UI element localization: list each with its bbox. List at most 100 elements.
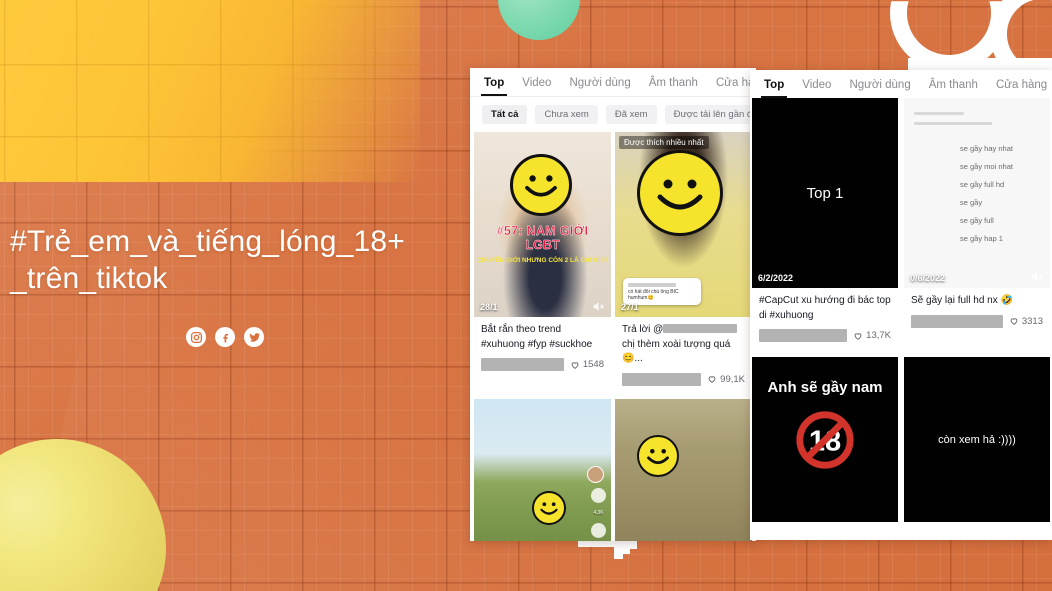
filter-chips-left: Tất cả Chưa xem Đã xem Được tải lên gần …	[470, 97, 756, 132]
video-meta-row: 3313	[911, 314, 1043, 328]
heart-icon	[854, 332, 862, 340]
video-meta-row: 1548	[481, 358, 604, 371]
like-count: 13,7K	[866, 330, 891, 341]
video-grid-left: #57: NAM GIỚI LGBT CHUYỂN GIỚI NHƯNG CÒN…	[470, 132, 756, 541]
tab-top[interactable]: Top	[760, 79, 788, 98]
tab-top[interactable]: Top	[480, 77, 508, 96]
overlay-line-1: #57: NAM GIỚI	[496, 224, 589, 238]
tab-users[interactable]: Người dùng	[849, 79, 910, 98]
video-card[interactable]: se gầy hay nhat se gầy moi nhat se gầy f…	[904, 98, 1050, 351]
no-18-plus-icon: 18	[796, 410, 854, 469]
video-card[interactable]: Top 1 6/2/2022 #CapCut xu hướng đi bác t…	[752, 98, 898, 351]
video-thumbnail[interactable]: #57: NAM GIỚI LGBT CHUYỂN GIỚI NHƯNG CÒN…	[474, 132, 611, 317]
suggestion-item[interactable]: se gầy full hd	[960, 180, 1050, 189]
mute-icon[interactable]	[1030, 270, 1044, 284]
redacted-author	[622, 372, 702, 386]
yellow-corner-gradient	[0, 0, 420, 182]
video-thumbnail[interactable]	[615, 398, 752, 541]
tiktok-search-panel-right: Top Video Người dùng Âm thanh Cửa hàng T…	[750, 70, 1052, 540]
overlay-line-2: LGBT	[525, 238, 560, 252]
suggestion-item[interactable]: se gầy moi nhat	[960, 162, 1050, 171]
video-date: 28/1	[480, 302, 498, 312]
redacted-author	[481, 358, 564, 371]
page-title-line-2: _trên_tiktok	[10, 261, 168, 295]
mint-circle-decoration	[498, 0, 580, 40]
tab-video[interactable]: Video	[802, 79, 831, 98]
like-count-group: 3313	[1009, 316, 1043, 327]
chip-recent[interactable]: Được tải lên gần đây	[664, 105, 756, 124]
tab-bar-left: Top Video Người dùng Âm thanh Cửa hàng	[470, 68, 756, 96]
video-caption-block: #CapCut xu hướng đi bác top di #xuhuong …	[752, 288, 898, 351]
video-thumbnail[interactable]: se gầy hay nhat se gầy moi nhat se gầy f…	[904, 98, 1050, 288]
chip-all[interactable]: Tất cả	[482, 105, 528, 124]
thumbnail-image	[615, 398, 752, 541]
video-caption-block: Trả lời @ chị thèm xoài tượng quá 😊... 9…	[615, 317, 752, 395]
video-card[interactable]	[615, 398, 752, 541]
video-date: 0/6/2022	[910, 273, 946, 283]
video-thumbnail[interactable]: còn xem hả :))))	[904, 357, 1050, 522]
video-caption: Bắt rắn theo trend #xuhuong #fyp #suckho…	[481, 324, 593, 350]
twitter-icon[interactable]	[244, 327, 264, 348]
video-caption-block: Sẽ gầy lại full hd nx 🤣 3313	[904, 288, 1050, 337]
suggestion-item[interactable]: se gầy full	[960, 216, 1050, 225]
like-count: 4.3K	[593, 509, 604, 516]
video-thumbnail[interactable]: 4.3K 61	[474, 398, 611, 542]
like-count: 99,1K	[720, 373, 745, 385]
video-thumbnail[interactable]: Được thích nhiều nhất có hát đôi chú ông…	[615, 132, 752, 317]
heart-icon	[708, 376, 716, 383]
like-count: 1548	[582, 359, 604, 370]
instagram-icon[interactable]	[186, 327, 206, 348]
video-meta-row: 99,1K	[622, 372, 745, 386]
video-card[interactable]: còn xem hả :))))	[904, 357, 1050, 522]
heart-icon[interactable]	[591, 487, 606, 503]
chip-watched[interactable]: Đã xem	[605, 105, 657, 124]
video-thumbnail[interactable]: Anh sẽ gầy nam 18	[752, 357, 898, 522]
social-links	[186, 327, 480, 348]
tab-sounds[interactable]: Âm thanh	[649, 77, 698, 96]
caption-prefix: Trả lời @	[622, 324, 664, 335]
slide-canvas: #Trẻ_em_và_tiếng_lóng_18+ _trên_tiktok T…	[0, 0, 1052, 591]
engagement-rail: 4.3K 61	[591, 487, 606, 542]
suggestion-item[interactable]: se gầy hay nhat	[960, 144, 1050, 153]
video-date: 27/1	[621, 302, 639, 312]
search-suggestion-list: se gầy hay nhat se gầy moi nhat se gầy f…	[904, 144, 1050, 252]
video-text-overlay: Top 1	[806, 184, 844, 202]
video-card[interactable]: #57: NAM GIỚI LGBT CHUYỂN GIỚI NHƯNG CÒN…	[474, 132, 611, 395]
like-count: 3313	[1021, 315, 1043, 327]
comment-icon[interactable]	[591, 522, 606, 538]
yellow-sphere-decoration	[0, 439, 166, 591]
search-field-mock	[914, 112, 1040, 132]
suggestion-item[interactable]: se gầy hap 1	[960, 234, 1050, 243]
like-count-group: 99,1K	[707, 374, 745, 385]
video-text-overlay: còn xem hả :))))	[938, 433, 1016, 446]
video-card[interactable]: Anh sẽ gầy nam 18	[752, 357, 898, 522]
most-liked-badge: Được thích nhiều nhất	[619, 136, 709, 149]
yellow-corner-texture	[0, 0, 420, 182]
avatar[interactable]	[587, 465, 604, 483]
redacted-line	[914, 112, 965, 115]
video-grid-right: Top 1 6/2/2022 #CapCut xu hướng đi bác t…	[750, 98, 1052, 522]
like-count-group: 13,7K	[853, 330, 891, 341]
video-thumbnail[interactable]: Top 1 6/2/2022	[752, 98, 898, 288]
tab-users[interactable]: Người dùng	[569, 77, 630, 96]
smiley-censor-icon	[532, 490, 566, 525]
suggestion-item[interactable]: se gầy	[960, 198, 1050, 207]
tab-bar-right: Top Video Người dùng Âm thanh Cửa hàng	[750, 70, 1052, 98]
title-block: #Trẻ_em_và_tiếng_lóng_18+ _trên_tiktok	[10, 224, 480, 348]
video-card[interactable]: Được thích nhiều nhất có hát đôi chú ông…	[615, 132, 752, 395]
video-caption: Trả lời @ chị thèm xoài tượng quá 😊...	[622, 323, 745, 367]
mute-icon[interactable]	[592, 300, 605, 313]
facebook-icon[interactable]	[215, 327, 235, 348]
smiley-censor-icon	[510, 154, 572, 216]
chip-unwatched[interactable]: Chưa xem	[535, 105, 598, 124]
tab-sounds[interactable]: Âm thanh	[929, 79, 978, 98]
smiley-censor-icon	[637, 434, 679, 477]
heart-icon	[1010, 318, 1018, 325]
redacted-author	[759, 329, 848, 342]
comment-bubble: có hát đôi chú ông BIC humhum😊	[623, 277, 701, 305]
redacted-author	[911, 314, 1003, 328]
tab-shop[interactable]: Cửa hàng	[996, 79, 1047, 98]
video-text-overlay: #57: NAM GIỚI LGBT CHUYỂN GIỚI NHƯNG CÒN…	[474, 224, 611, 265]
video-card[interactable]: 4.3K 61	[474, 398, 611, 542]
tab-video[interactable]: Video	[522, 77, 551, 96]
